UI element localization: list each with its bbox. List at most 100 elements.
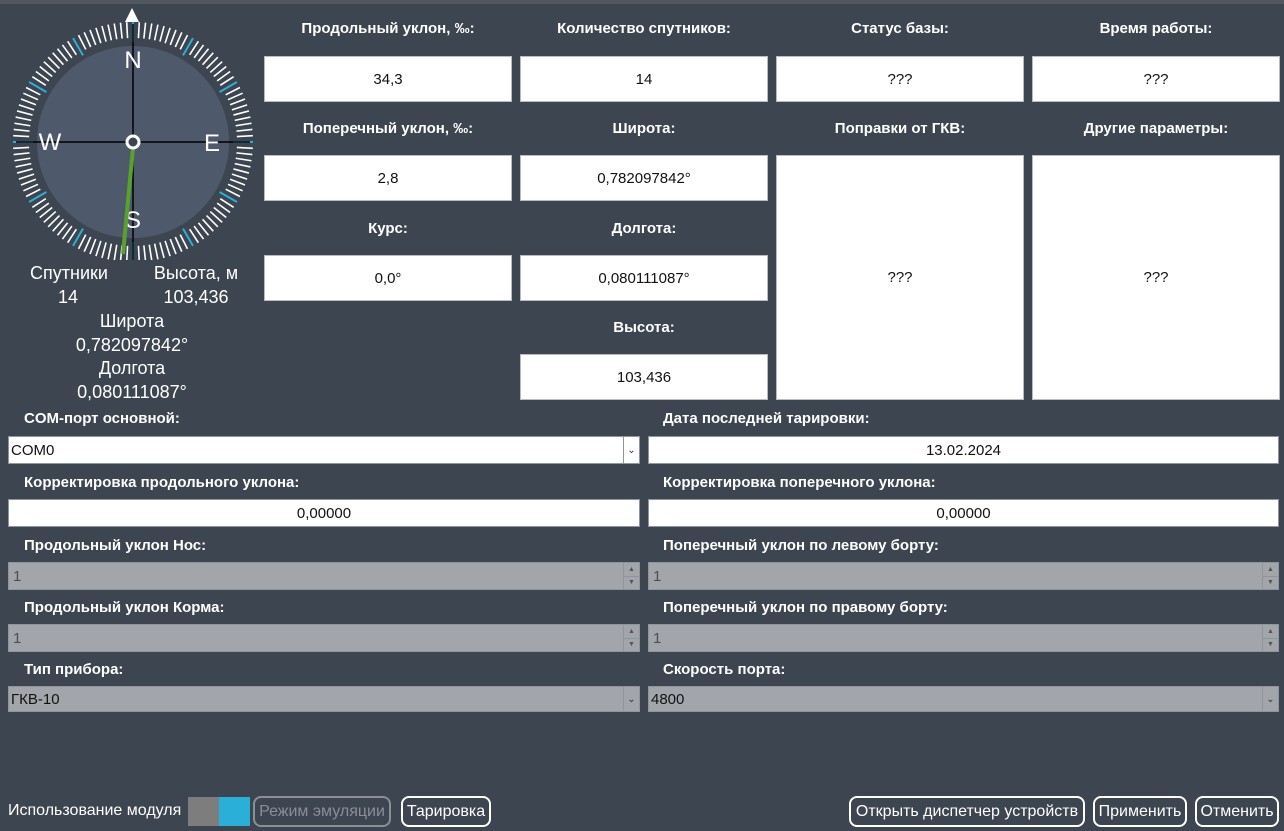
- cross-left-spinbox[interactable]: 1 ▲ ▼: [648, 562, 1279, 590]
- compass-tick: [143, 22, 147, 39]
- device-type-select[interactable]: ГКВ-10 ⌄: [8, 686, 640, 712]
- compass-tick: [83, 236, 92, 252]
- north-marker-icon: [125, 8, 139, 22]
- compass-tick: [89, 29, 97, 46]
- compass-tick: [95, 27, 102, 44]
- long-stern-spinbox[interactable]: 1 ▲ ▼: [8, 624, 640, 652]
- long-nose-value: 1: [13, 567, 22, 585]
- compass-tick: [119, 22, 123, 39]
- emulation-mode-button[interactable]: Режим эмуляции: [253, 796, 391, 827]
- compass: N S W E: [13, 8, 253, 260]
- compass-tick: [235, 157, 252, 162]
- base-status-field: ???: [776, 56, 1024, 102]
- spin-up-icon[interactable]: ▲: [1263, 625, 1278, 639]
- cross-corr-label: Корректировка поперечного уклона:: [663, 474, 936, 491]
- chevron-down-icon[interactable]: ⌄: [1262, 687, 1278, 711]
- compass-tick: [14, 122, 31, 127]
- calib-date-field[interactable]: 13.02.2024: [648, 436, 1279, 464]
- compass-tick: [23, 183, 39, 192]
- apply-button[interactable]: Применить: [1093, 796, 1187, 827]
- compass-tick: [126, 245, 129, 260]
- compass-tick: [148, 244, 153, 260]
- module-use-label: Использование модуля: [8, 802, 182, 819]
- compass-tick: [13, 146, 30, 150]
- compass-tick: [137, 22, 141, 39]
- calibration-button[interactable]: Тарировка: [401, 796, 491, 827]
- compass-tick: [169, 29, 177, 46]
- compass-tick: [231, 173, 248, 180]
- compass-tick: [83, 32, 92, 48]
- compass-tick: [125, 22, 129, 39]
- compass-tick: [234, 116, 251, 122]
- compass-tick: [89, 238, 97, 255]
- com-port-select[interactable]: COM0 ⌄: [8, 436, 640, 464]
- height-label: Высота, м: [153, 263, 239, 283]
- compass-tick: [227, 92, 243, 101]
- open-device-manager-button[interactable]: Открыть диспетчер устройств: [849, 796, 1085, 827]
- compass-tick: [16, 110, 33, 116]
- compass-tick: [159, 25, 165, 42]
- compass-tick: [25, 188, 41, 198]
- spin-down-icon[interactable]: ▼: [624, 577, 639, 590]
- compass-tick: [25, 86, 41, 96]
- compass-tick: [143, 245, 147, 260]
- longitude-field-label: Долгота:: [611, 220, 677, 237]
- compass-tick: [231, 104, 248, 111]
- port-speed-value: 4800: [651, 690, 685, 708]
- latitude-value: 0,782097842°: [75, 335, 189, 355]
- port-speed-select[interactable]: 4800 ⌄: [648, 686, 1279, 712]
- long-nose-spinbox[interactable]: 1 ▲ ▼: [8, 562, 640, 590]
- spin-down-icon[interactable]: ▼: [624, 639, 639, 652]
- latitude-field: 0,782097842°: [520, 155, 768, 201]
- cross-right-spinbox[interactable]: 1 ▲ ▼: [648, 624, 1279, 652]
- compass-tick: [153, 243, 159, 260]
- other-params-field: ???: [1032, 155, 1280, 400]
- compass-tick: [227, 183, 243, 192]
- uptime-field: ???: [1032, 56, 1280, 102]
- compass-center: [125, 134, 141, 150]
- compass-tick: [14, 157, 31, 162]
- spin-down-icon[interactable]: ▼: [1263, 639, 1278, 652]
- chevron-down-icon[interactable]: ⌄: [623, 687, 639, 711]
- spin-up-icon[interactable]: ▲: [624, 625, 639, 639]
- cross-right-value: 1: [653, 629, 662, 647]
- cross-left-value: 1: [653, 567, 662, 585]
- compass-west-label: W: [39, 129, 62, 156]
- device-type-label: Тип прибора:: [24, 661, 124, 678]
- compass-tick: [236, 152, 253, 156]
- latitude-label: Широта: [99, 311, 165, 331]
- chevron-down-icon[interactable]: ⌄: [623, 437, 639, 463]
- cross-right-label: Поперечный уклон по правому борту:: [663, 599, 948, 616]
- cancel-button[interactable]: Отменить: [1195, 796, 1279, 827]
- base-status-label: Статус базы:: [851, 20, 949, 37]
- compass-tick: [15, 116, 32, 122]
- longitude-value: 0,080111087°: [77, 382, 187, 402]
- calib-date-label: Дата последней тарировки:: [663, 410, 870, 427]
- spin-up-icon[interactable]: ▲: [1263, 563, 1278, 577]
- compass-tick: [13, 152, 30, 156]
- cross-left-label: Поперечный уклон по левому борту:: [663, 537, 939, 554]
- long-nose-label: Продольный уклон Нос:: [24, 537, 207, 554]
- compass-tick: [16, 168, 33, 174]
- height-field: 103,436: [520, 354, 768, 400]
- satellites-label: Спутники: [30, 263, 108, 283]
- compass-tick: [225, 188, 241, 198]
- compass-tick: [101, 242, 107, 259]
- spin-down-icon[interactable]: ▼: [1263, 577, 1278, 590]
- sat-count-field: 14: [520, 56, 768, 102]
- compass-tick: [233, 168, 250, 174]
- compass-tick: [101, 25, 107, 42]
- compass-tick: [77, 34, 87, 50]
- long-corr-input[interactable]: 0,00000: [8, 499, 640, 527]
- module-use-toggle[interactable]: [188, 797, 250, 826]
- longitude-label: Долгота: [98, 358, 166, 378]
- compass-tick: [107, 243, 113, 260]
- compass-tick: [159, 242, 165, 259]
- toggle-off-part: [188, 797, 219, 826]
- cross-corr-input[interactable]: 0,00000: [648, 499, 1279, 527]
- spin-up-icon[interactable]: ▲: [624, 563, 639, 577]
- compass-tick: [107, 24, 113, 41]
- long-stern-label: Продольный уклон Корма:: [24, 599, 225, 616]
- compass-tick: [20, 178, 37, 186]
- cross-slope-field: 2,8: [264, 155, 512, 201]
